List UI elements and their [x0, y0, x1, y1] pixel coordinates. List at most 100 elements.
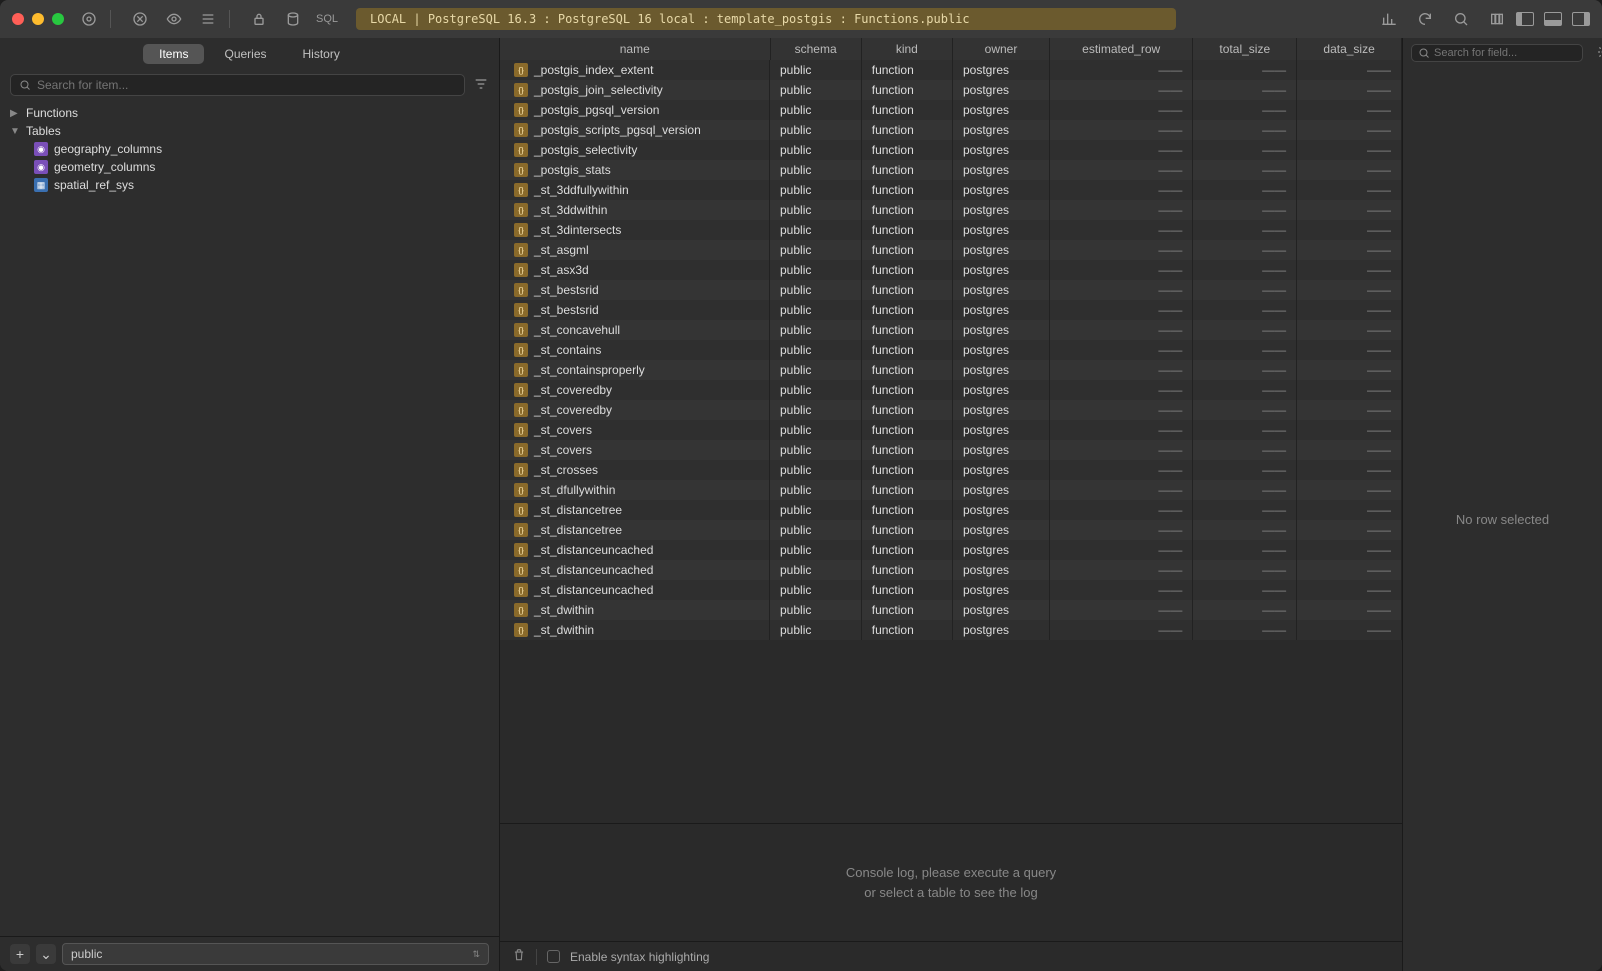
close-window-button[interactable]: [12, 13, 24, 25]
table-row[interactable]: _st_asgmlpublicfunctionpostgres——————: [500, 240, 1402, 260]
results-grid[interactable]: name schema kind owner estimated_row tot…: [500, 38, 1402, 823]
col-name[interactable]: name: [500, 38, 770, 60]
tree-node-tables[interactable]: ▼ Tables: [10, 122, 489, 140]
table-row[interactable]: _st_containspublicfunctionpostgres——————: [500, 340, 1402, 360]
cell-kind: function: [861, 580, 952, 600]
tree-child[interactable]: ◉geometry_columns: [10, 158, 489, 176]
table-row[interactable]: _st_dwithinpublicfunctionpostgres——————: [500, 620, 1402, 640]
cell-owner: postgres: [952, 380, 1049, 400]
table-row[interactable]: _st_concavehullpublicfunctionpostgres———…: [500, 320, 1402, 340]
table-row[interactable]: _postgis_join_selectivitypublicfunctionp…: [500, 80, 1402, 100]
table-row[interactable]: _st_asx3dpublicfunctionpostgres——————: [500, 260, 1402, 280]
table-row[interactable]: _st_3dintersectspublicfunctionpostgres——…: [500, 220, 1402, 240]
table-row[interactable]: _st_dfullywithinpublicfunctionpostgres——…: [500, 480, 1402, 500]
tab-history[interactable]: History: [287, 44, 356, 64]
add-button[interactable]: +: [10, 944, 30, 964]
table-row[interactable]: _st_bestsridpublicfunctionpostgres——————: [500, 300, 1402, 320]
breadcrumb[interactable]: LOCAL | PostgreSQL 16.3 : PostgreSQL 16 …: [356, 8, 1176, 30]
col-estimated-row[interactable]: estimated_row: [1050, 38, 1193, 60]
eye-icon[interactable]: [165, 10, 183, 28]
table-row[interactable]: _postgis_statspublicfunctionpostgres————…: [500, 160, 1402, 180]
table-row[interactable]: _postgis_selectivitypublicfunctionpostgr…: [500, 140, 1402, 160]
gear-icon[interactable]: [1597, 45, 1602, 62]
search-icon[interactable]: [1452, 10, 1470, 28]
columns-icon[interactable]: [1488, 10, 1506, 28]
tab-items[interactable]: Items: [143, 44, 204, 64]
trash-icon[interactable]: [512, 948, 526, 965]
table-row[interactable]: _st_containsproperlypublicfunctionpostgr…: [500, 360, 1402, 380]
cell-estimated-row: ——: [1050, 620, 1193, 640]
tree-child[interactable]: ◉geography_columns: [10, 140, 489, 158]
inspector-empty-state: No row selected: [1403, 68, 1602, 971]
table-row[interactable]: _st_distancetreepublicfunctionpostgres——…: [500, 520, 1402, 540]
toggle-right-panel-icon[interactable]: [1572, 12, 1590, 26]
tree-node-functions[interactable]: ▶ Functions: [10, 104, 489, 122]
zoom-window-button[interactable]: [52, 13, 64, 25]
sql-badge[interactable]: SQL: [310, 13, 344, 25]
inspector-search[interactable]: [1411, 44, 1583, 62]
chart-icon[interactable]: [1380, 10, 1398, 28]
lock-icon[interactable]: [250, 10, 268, 28]
table-row[interactable]: _st_coveredbypublicfunctionpostgres—————…: [500, 380, 1402, 400]
table-row[interactable]: _postgis_pgsql_versionpublicfunctionpost…: [500, 100, 1402, 120]
function-icon: [514, 483, 528, 497]
cell-total-size: ——: [1193, 60, 1297, 80]
cell-data-size: ——: [1297, 440, 1402, 460]
col-kind[interactable]: kind: [861, 38, 952, 60]
cell-data-size: ——: [1297, 240, 1402, 260]
cell-schema: public: [770, 460, 861, 480]
cell-kind: function: [861, 60, 952, 80]
cell-owner: postgres: [952, 600, 1049, 620]
col-schema[interactable]: schema: [770, 38, 861, 60]
filter-icon[interactable]: [473, 76, 489, 95]
inspector-search-input[interactable]: [1434, 47, 1576, 59]
dropdown-button[interactable]: ⌄: [36, 944, 56, 964]
minimize-window-button[interactable]: [32, 13, 44, 25]
cancel-icon[interactable]: [131, 10, 149, 28]
cell-name: _st_dfullywithin: [534, 483, 615, 497]
table-row[interactable]: _postgis_index_extentpublicfunctionpostg…: [500, 60, 1402, 80]
database-icon[interactable]: [284, 10, 302, 28]
table-row[interactable]: _st_coveredbypublicfunctionpostgres—————…: [500, 400, 1402, 420]
tree-child[interactable]: ▦spatial_ref_sys: [10, 176, 489, 194]
sidebar-search[interactable]: [10, 74, 465, 96]
tab-queries[interactable]: Queries: [208, 44, 282, 64]
table-row[interactable]: _st_crossespublicfunctionpostgres——————: [500, 460, 1402, 480]
table-row[interactable]: _st_coverspublicfunctionpostgres——————: [500, 440, 1402, 460]
toggle-left-panel-icon[interactable]: [1516, 12, 1534, 26]
function-icon: [514, 463, 528, 477]
cell-kind: function: [861, 140, 952, 160]
refresh-icon[interactable]: [1416, 10, 1434, 28]
table-row[interactable]: _st_3ddfullywithinpublicfunctionpostgres…: [500, 180, 1402, 200]
syntax-label: Enable syntax highlighting: [570, 950, 709, 964]
table-row[interactable]: _st_distancetreepublicfunctionpostgres——…: [500, 500, 1402, 520]
cell-estimated-row: ——: [1050, 520, 1193, 540]
table-row[interactable]: _postgis_scripts_pgsql_versionpublicfunc…: [500, 120, 1402, 140]
col-total-size[interactable]: total_size: [1193, 38, 1297, 60]
col-owner[interactable]: owner: [952, 38, 1049, 60]
schema-select[interactable]: public ⇅: [62, 943, 489, 965]
cell-name: _postgis_pgsql_version: [534, 103, 659, 117]
cell-estimated-row: ——: [1050, 100, 1193, 120]
table-row[interactable]: _st_distanceuncachedpublicfunctionpostgr…: [500, 560, 1402, 580]
list-icon[interactable]: [199, 10, 217, 28]
cell-kind: function: [861, 540, 952, 560]
table-row[interactable]: _st_bestsridpublicfunctionpostgres——————: [500, 280, 1402, 300]
cell-estimated-row: ——: [1050, 280, 1193, 300]
function-icon: [514, 143, 528, 157]
table-row[interactable]: _st_dwithinpublicfunctionpostgres——————: [500, 600, 1402, 620]
cell-data-size: ——: [1297, 120, 1402, 140]
col-data-size[interactable]: data_size: [1297, 38, 1402, 60]
syntax-checkbox[interactable]: [547, 950, 560, 963]
table-row[interactable]: _st_distanceuncachedpublicfunctionpostgr…: [500, 580, 1402, 600]
connection-icon[interactable]: [80, 10, 98, 28]
main-area: name schema kind owner estimated_row tot…: [500, 38, 1402, 971]
table-row[interactable]: _st_distanceuncachedpublicfunctionpostgr…: [500, 540, 1402, 560]
cell-owner: postgres: [952, 200, 1049, 220]
window-controls: [12, 13, 64, 25]
tree-child-label: spatial_ref_sys: [54, 178, 134, 192]
table-row[interactable]: _st_coverspublicfunctionpostgres——————: [500, 420, 1402, 440]
sidebar-search-input[interactable]: [37, 78, 456, 92]
toggle-bottom-panel-icon[interactable]: [1544, 12, 1562, 26]
table-row[interactable]: _st_3ddwithinpublicfunctionpostgres—————…: [500, 200, 1402, 220]
